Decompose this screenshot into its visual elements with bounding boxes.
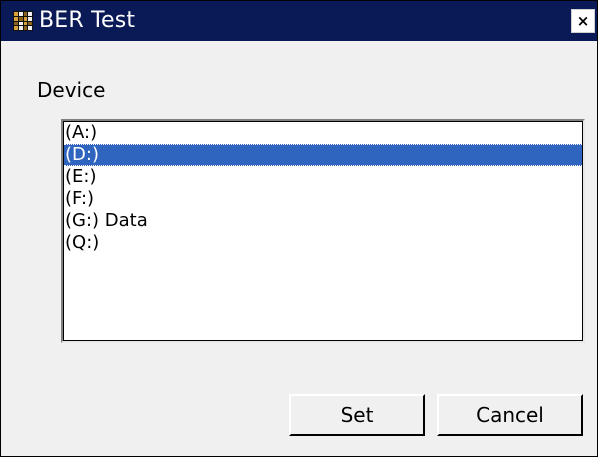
title-bar[interactable]: BER Test × — [1, 1, 597, 41]
set-button[interactable]: Set — [289, 394, 425, 436]
close-button[interactable]: × — [571, 9, 595, 33]
window-title: BER Test — [39, 8, 136, 33]
app-icon — [13, 11, 33, 31]
list-item-a[interactable]: (A:) — [64, 122, 582, 144]
list-item-f[interactable]: (F:) — [64, 188, 582, 210]
list-item-q[interactable]: (Q:) — [64, 232, 582, 254]
device-list: (A:) (D:) (E:) (F:) (G:) Data (Q:) — [63, 121, 583, 341]
list-item-g-data[interactable]: (G:) Data — [64, 210, 582, 232]
list-item-e[interactable]: (E:) — [64, 166, 582, 188]
cancel-button[interactable]: Cancel — [437, 394, 583, 436]
device-listbox[interactable]: (A:) (D:) (E:) (F:) (G:) Data (Q:) — [61, 119, 585, 343]
close-icon: × — [576, 12, 590, 30]
list-item-d-selected[interactable]: (D:) — [64, 144, 582, 166]
ber-test-dialog: BER Test × Device (A:) (D:) (E:) (F:) (G… — [0, 0, 598, 457]
device-label: Device — [37, 78, 106, 102]
